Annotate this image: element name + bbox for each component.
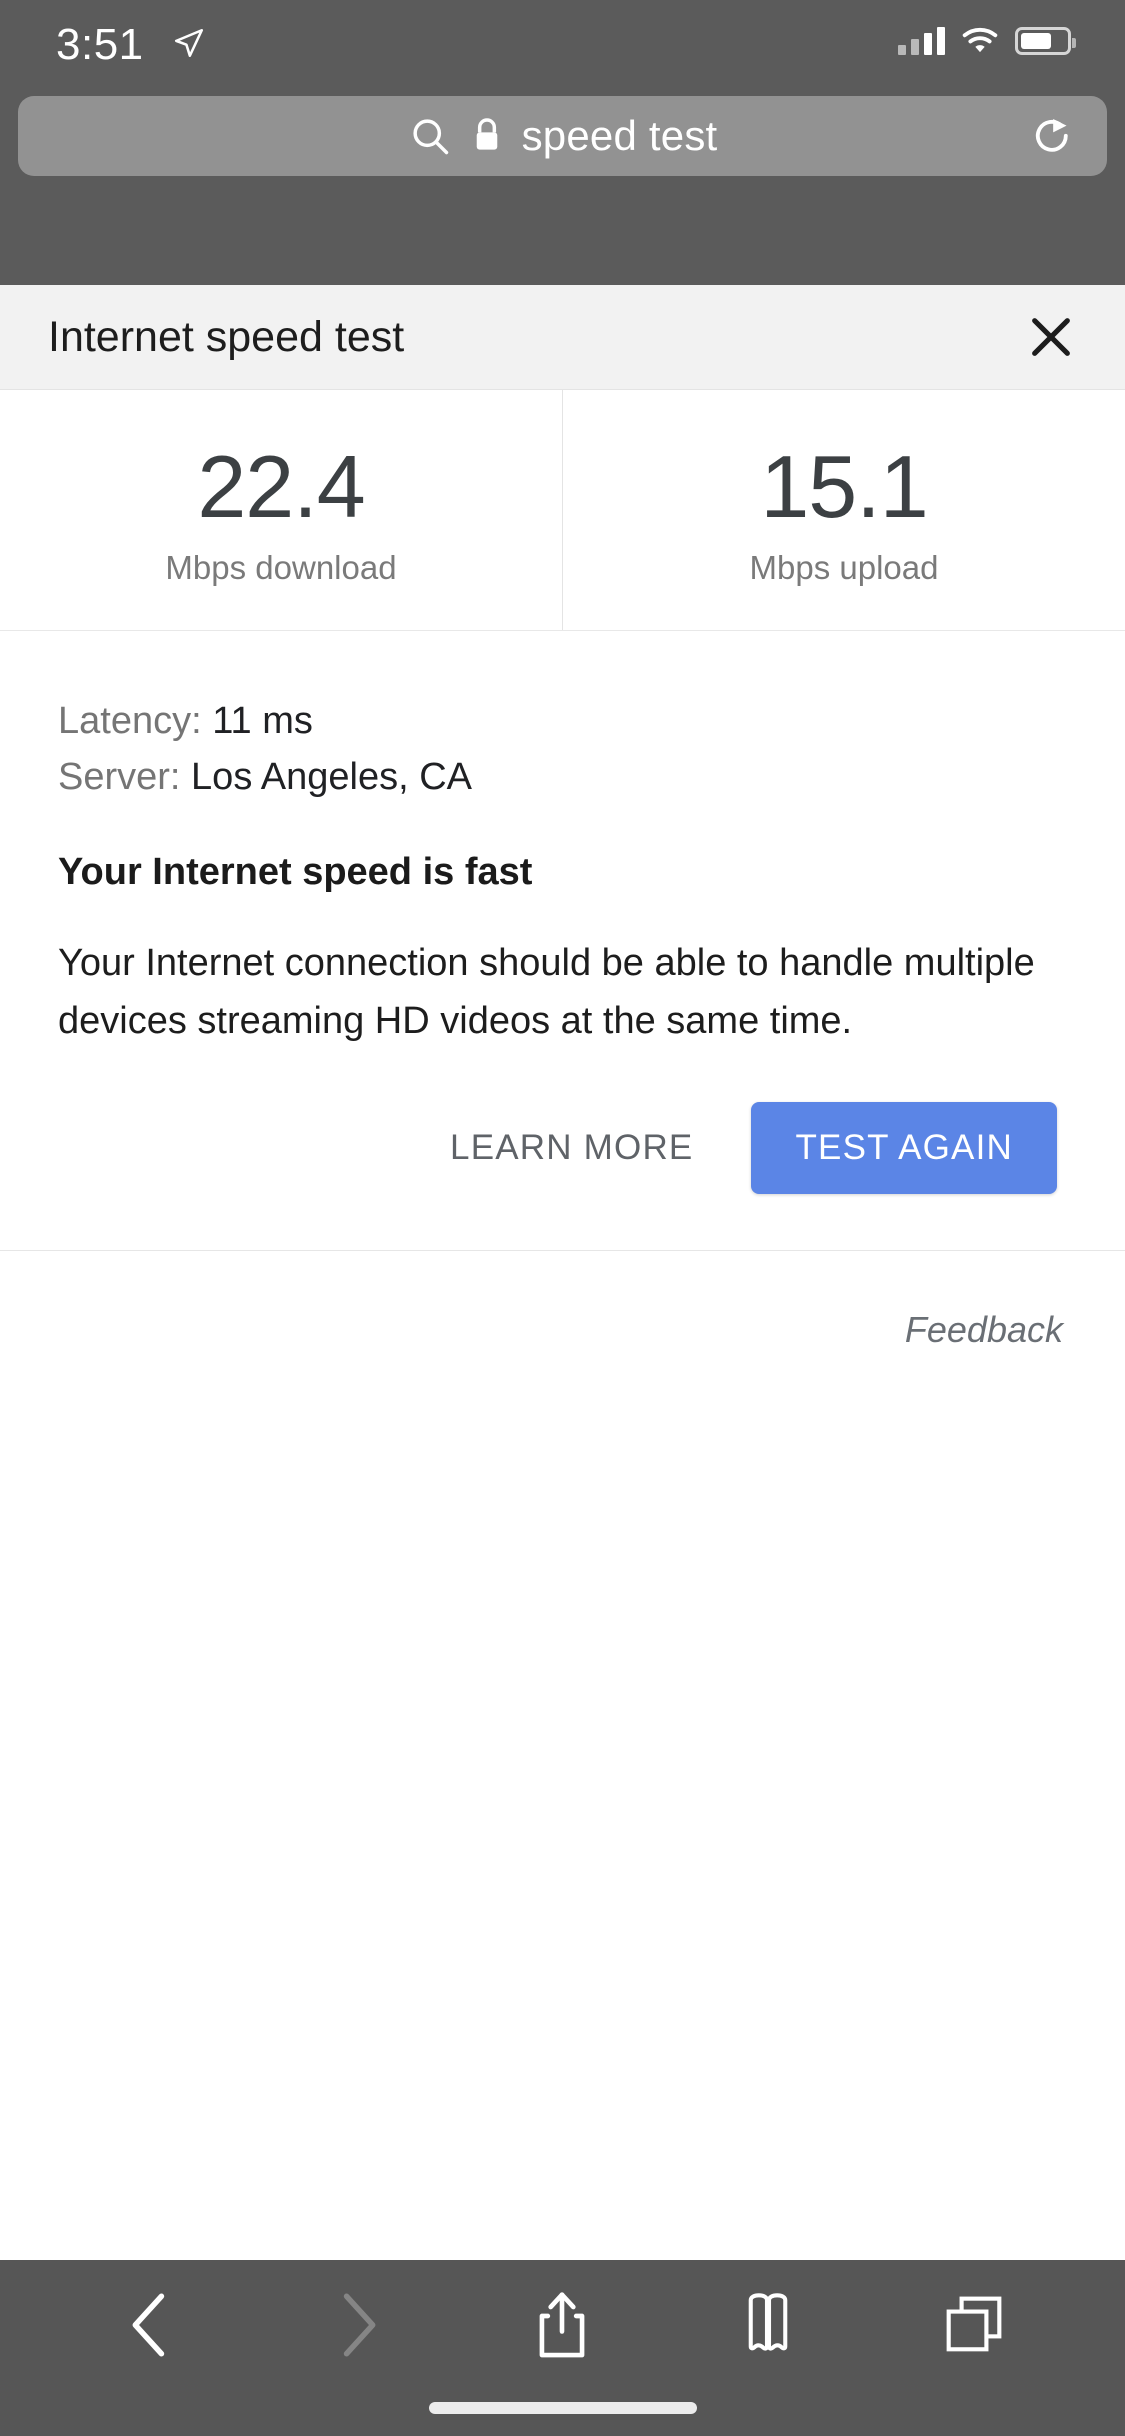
latency-label: Latency: (58, 700, 212, 742)
forward-button[interactable] (254, 2260, 460, 2390)
share-button[interactable] (460, 2260, 666, 2390)
learn-more-button[interactable]: LEARN MORE (444, 1112, 699, 1184)
speed-test-details: Latency: 11 ms Server: Los Angeles, CA Y… (0, 631, 1125, 1250)
download-metric: 22.4 Mbps download (0, 390, 562, 630)
speed-metrics: 22.4 Mbps download 15.1 Mbps upload (0, 390, 1125, 631)
action-buttons: LEARN MORE TEST AGAIN (58, 1102, 1067, 1250)
test-again-button[interactable]: TEST AGAIN (751, 1102, 1057, 1194)
feedback-link[interactable]: Feedback (905, 1309, 1063, 1350)
status-bar-indicators (898, 26, 1071, 56)
forward-icon (331, 2291, 383, 2359)
home-indicator (429, 2402, 697, 2414)
share-icon (532, 2289, 592, 2361)
address-bar-query: speed test (522, 112, 718, 160)
page-content: Internet speed test 22.4 Mbps download 1… (0, 285, 1125, 1351)
lock-icon (470, 114, 504, 158)
address-bar[interactable]: speed test (18, 96, 1107, 176)
cellular-signal-icon (898, 27, 945, 55)
download-label: Mbps download (165, 549, 396, 587)
tabs-button[interactable] (871, 2260, 1077, 2390)
browser-toolbar (0, 2260, 1125, 2390)
close-icon[interactable] (1023, 309, 1079, 365)
upload-metric: 15.1 Mbps upload (562, 390, 1125, 630)
reload-icon[interactable] (1029, 113, 1075, 159)
upload-label: Mbps upload (750, 549, 939, 587)
speed-verdict: Your Internet speed is fast (58, 851, 1067, 894)
browser-bottom-chrome (0, 2260, 1125, 2436)
server-row: Server: Los Angeles, CA (58, 749, 1067, 805)
back-icon (125, 2291, 177, 2359)
battery-icon (1015, 27, 1071, 55)
download-value: 22.4 (197, 443, 364, 531)
bookmarks-button[interactable] (665, 2260, 871, 2390)
server-label: Server: (58, 756, 191, 798)
address-bar-content: speed test (408, 112, 718, 160)
status-bar-time: 3:51 (56, 20, 144, 70)
back-button[interactable] (48, 2260, 254, 2390)
latency-value: 11 ms (212, 700, 313, 742)
location-arrow-icon (172, 26, 206, 60)
browser-top-chrome: 3:51 speed test (0, 0, 1125, 285)
server-value: Los Angeles, CA (191, 756, 472, 798)
search-icon (408, 114, 452, 158)
status-bar: 3:51 (0, 0, 1125, 95)
bookmarks-icon (735, 2290, 801, 2360)
feedback-area: Feedback (0, 1251, 1125, 1351)
upload-value: 15.1 (760, 443, 927, 531)
page-title: Internet speed test (48, 313, 404, 362)
wifi-icon (961, 26, 999, 56)
latency-row: Latency: 11 ms (58, 693, 1067, 749)
speed-test-header: Internet speed test (0, 285, 1125, 390)
speed-explanation: Your Internet connection should be able … (58, 934, 1067, 1050)
tabs-icon (943, 2290, 1005, 2360)
